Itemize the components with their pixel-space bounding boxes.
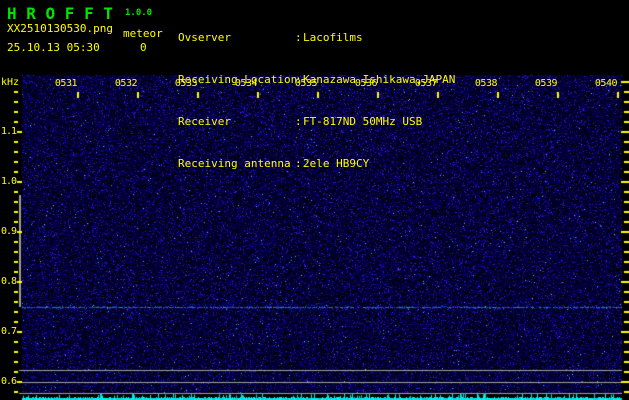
info-row-antenna: Receiving antenna : 2ele HB9CY [178, 157, 455, 171]
time-tick-label: 0538 [474, 78, 498, 89]
info-value: Lacofilms [303, 31, 363, 44]
time-tick-label: 0531 [54, 78, 78, 89]
info-label: Ovserver [178, 31, 231, 44]
info-label: Receiving antenna [178, 157, 291, 170]
freq-tick-label: 0.6 [0, 376, 17, 387]
freq-tick-label: 0.8 [0, 276, 17, 287]
time-tick-label: 0532 [114, 78, 138, 89]
freq-tick-label: 0.7 [0, 326, 17, 337]
app-title: H R O F F T [7, 4, 113, 23]
freq-tick-label: 0.9 [0, 226, 17, 237]
hrofft-output-window: H R O F F T 1.0.0 XX2510130530.png meteo… [0, 0, 629, 400]
mode-label: meteor [123, 27, 163, 40]
freq-tick-label: 1.1 [0, 126, 17, 137]
info-value: 2ele HB9CY [303, 157, 370, 170]
output-filename: XX2510130530.png [7, 22, 113, 35]
time-tick-label: 0540 [594, 78, 618, 89]
time-tick-label: 0535 [294, 78, 318, 89]
info-value: FT-817ND 50MHz USB [303, 115, 423, 128]
info-separator: : [295, 31, 302, 44]
time-tick-label: 0539 [534, 78, 558, 89]
freq-axis-unit: kHz [1, 77, 20, 88]
info-row-observer: Ovserver : Lacofilms [178, 31, 455, 45]
time-tick-label: 0537 [414, 78, 438, 89]
info-label: Receiver [178, 115, 231, 128]
app-version: 1.0.0 [125, 8, 153, 18]
freq-tick-label: 1.0 [0, 176, 17, 187]
station-info: Ovserver : Lacofilms Receiving Location … [178, 3, 455, 199]
info-separator: : [295, 157, 302, 170]
time-tick-label: 0536 [354, 78, 378, 89]
echo-count: 0 [140, 41, 147, 54]
time-tick-label: 0533 [174, 78, 198, 89]
timestamp: 25.10.13 05:30 [7, 41, 100, 54]
info-separator: : [295, 115, 302, 128]
info-row-receiver: Receiver : FT-817ND 50MHz USB [178, 115, 455, 129]
time-tick-label: 0534 [234, 78, 258, 89]
